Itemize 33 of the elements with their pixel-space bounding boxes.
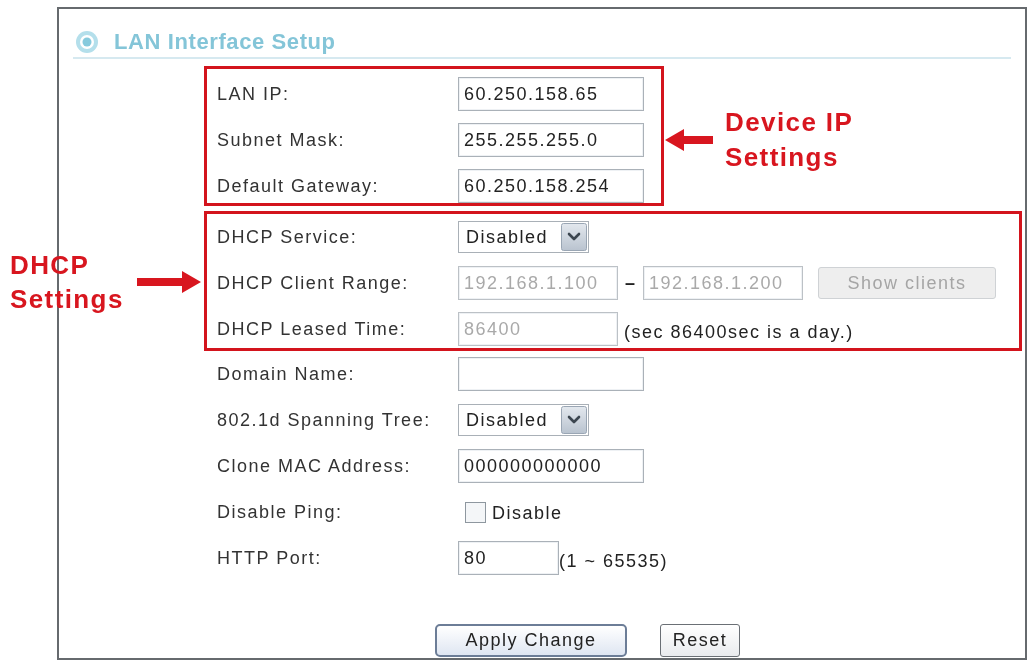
field-label: DHCP Client Range: (217, 272, 410, 294)
dropdown[interactable]: Disabled (458, 404, 589, 436)
input-field[interactable]: 80 (458, 541, 559, 575)
reset-button[interactable]: Reset (660, 624, 740, 657)
chevron-down-icon (561, 223, 587, 251)
dropdown[interactable]: Disabled (458, 221, 589, 253)
checkbox[interactable] (465, 501, 486, 523)
apply-button[interactable]: Apply Change (435, 624, 627, 657)
hint-text: (sec 86400sec is a day.) (624, 320, 854, 343)
panel-title: LAN Interface Setup (114, 29, 336, 54)
input-field[interactable]: 255.255.255.0 (458, 123, 644, 157)
circle-dot-icon (76, 30, 98, 53)
arrow-right-icon (137, 271, 201, 293)
field-label: 802.1d Spanning Tree: (217, 409, 432, 431)
field-label: Default Gateway: (217, 175, 381, 197)
field-label: HTTP Port: (217, 547, 323, 569)
callout-text: Device IP Settings (725, 106, 854, 174)
input-field[interactable]: 60.250.158.254 (458, 169, 644, 203)
field-label: Subnet Mask: (217, 129, 347, 151)
hint-text: (1 ~ 65535) (559, 549, 669, 572)
input-field[interactable] (458, 357, 644, 391)
chevron-down-icon (561, 406, 587, 434)
field-label: Disable Ping: (217, 501, 344, 523)
input-field[interactable]: 60.250.158.65 (458, 77, 644, 111)
input-field[interactable]: 000000000000 (458, 449, 644, 483)
range-separator: – (624, 272, 636, 294)
field-label: LAN IP: (217, 83, 291, 105)
arrow-left-icon (665, 129, 713, 151)
checkbox-label: Disable (492, 502, 563, 524)
field-label: DHCP Service: (217, 226, 359, 248)
field-label: Domain Name: (217, 363, 357, 385)
field-label: DHCP Leased Time: (217, 318, 408, 340)
field-label: Clone MAC Address: (217, 455, 413, 477)
